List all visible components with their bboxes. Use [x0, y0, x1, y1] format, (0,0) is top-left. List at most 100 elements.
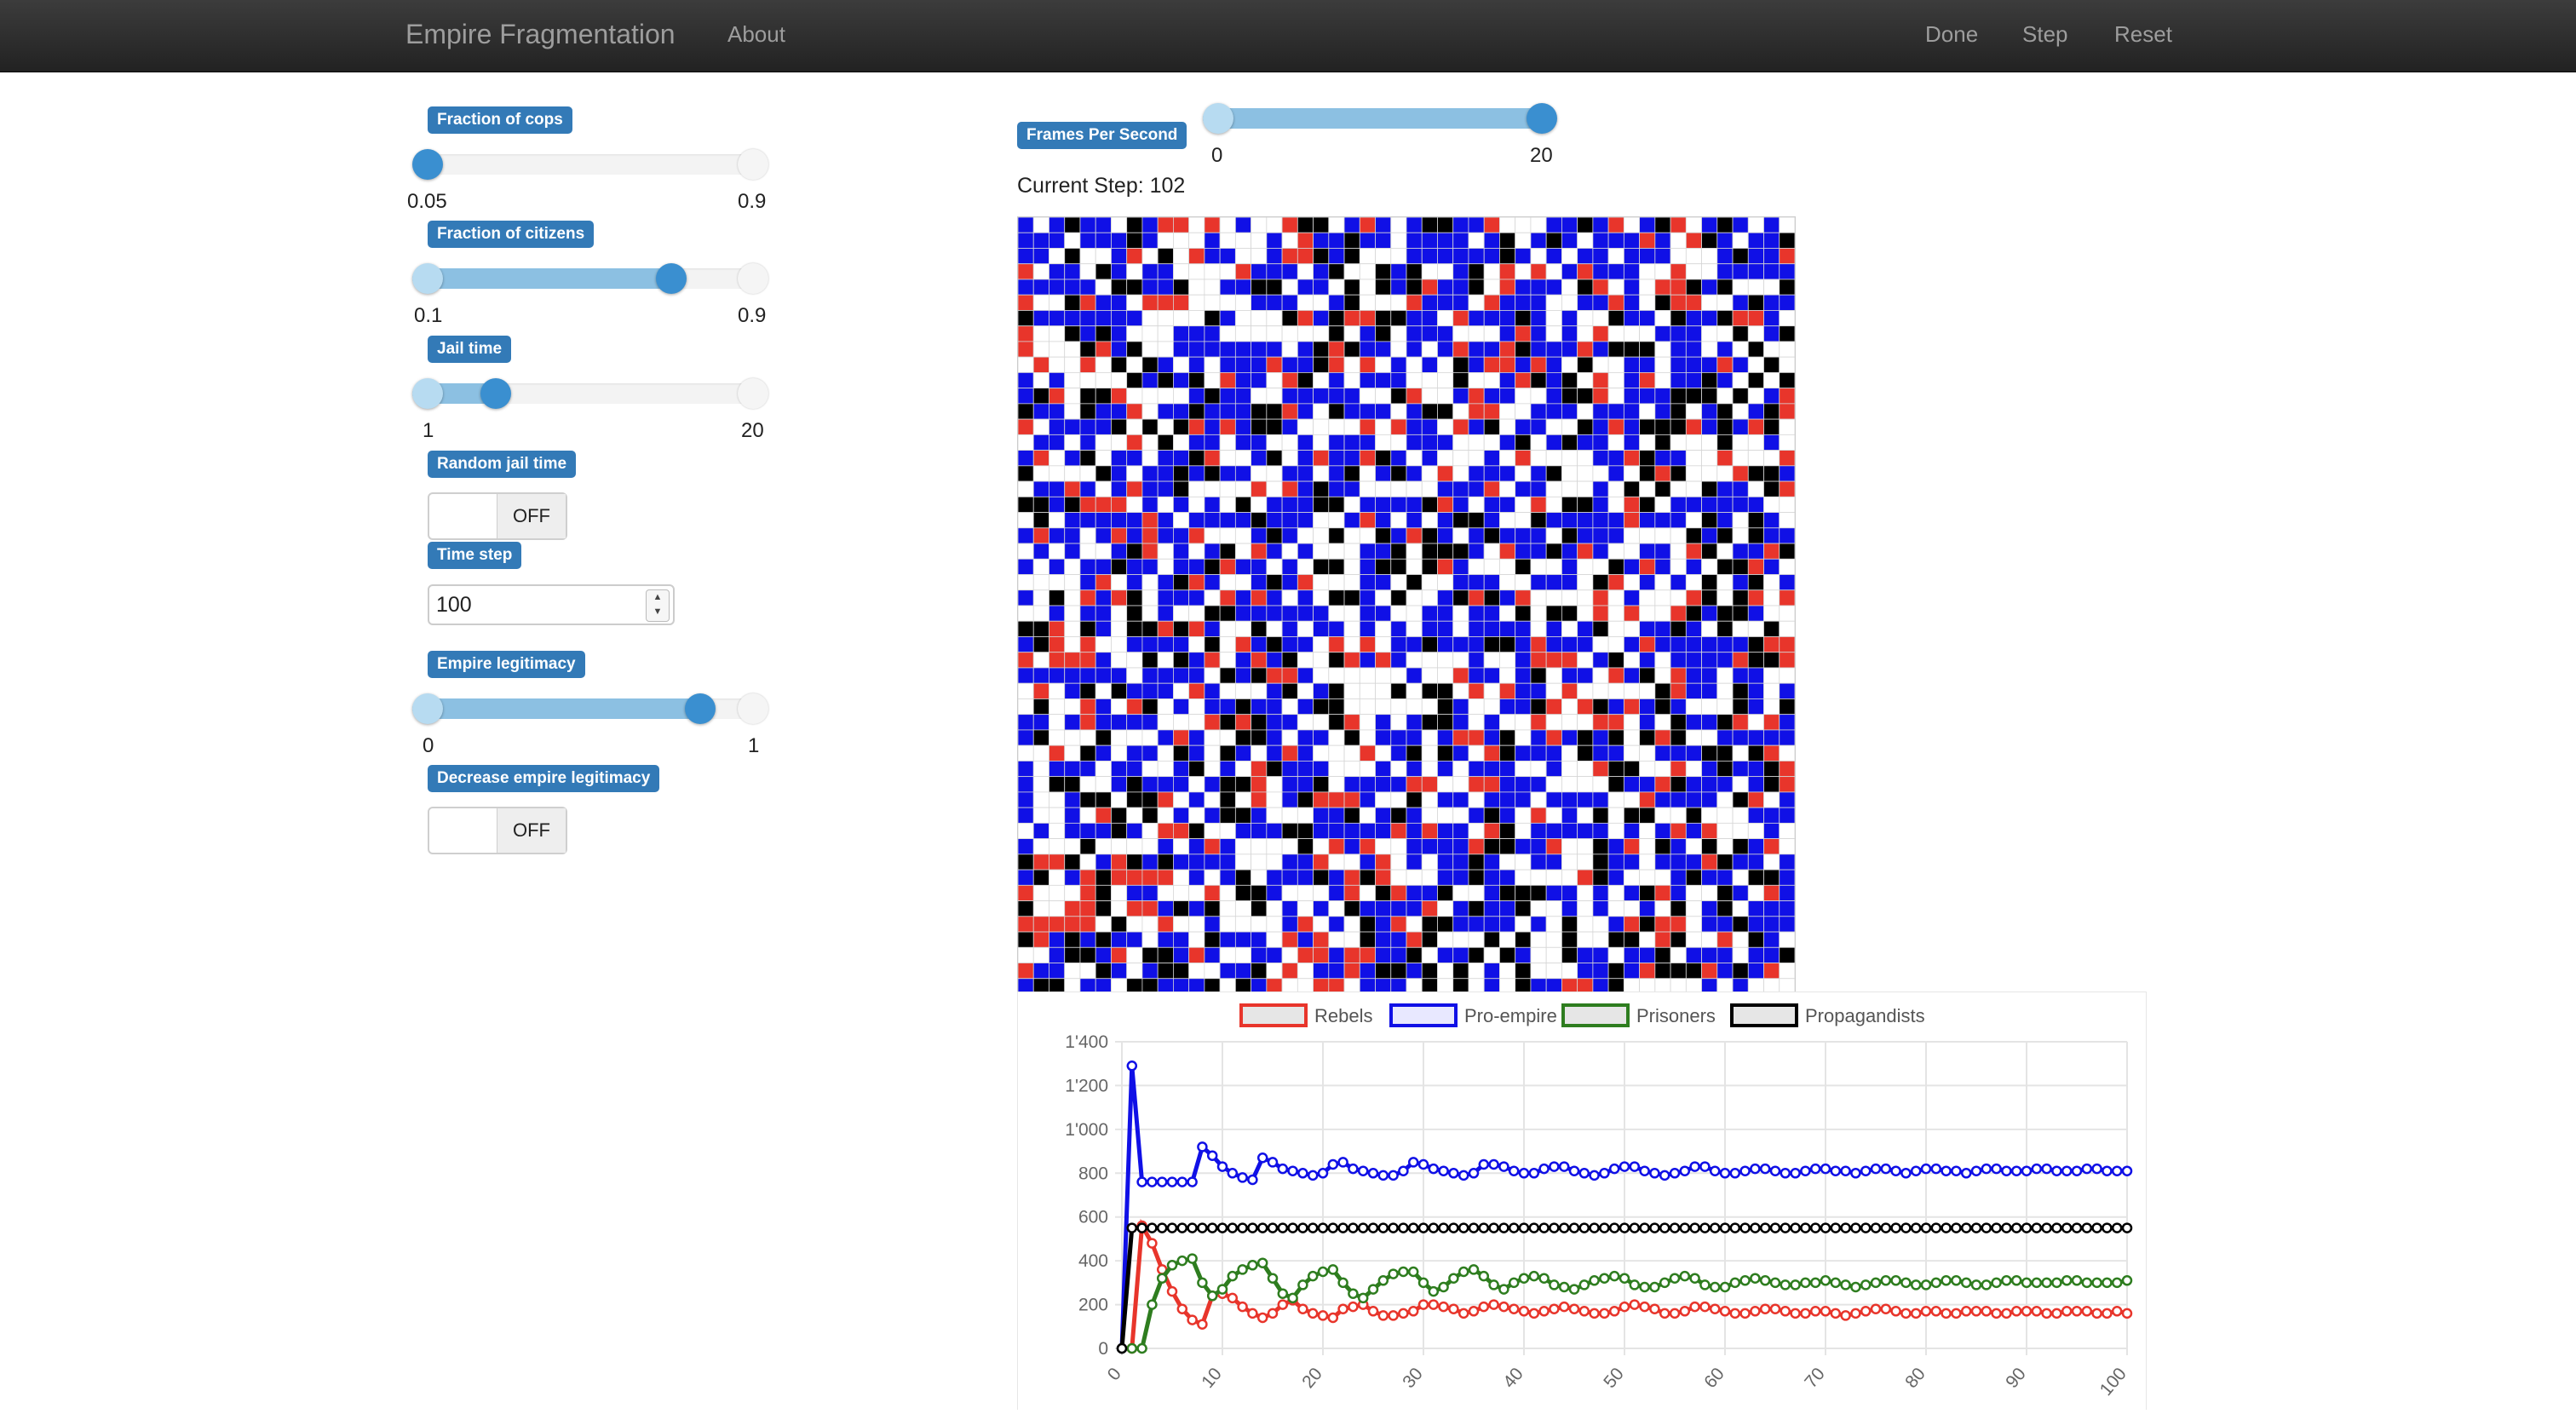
data-point	[1528, 1168, 1540, 1179]
data-point	[1187, 1253, 1198, 1264]
cops-min: 0.05	[407, 190, 447, 213]
data-point	[1297, 1222, 1308, 1233]
y-tick-label: 800	[1078, 1164, 1108, 1183]
data-point	[1769, 1277, 1781, 1289]
cops-slider-track[interactable]	[412, 154, 763, 175]
data-point	[1608, 1222, 1620, 1233]
data-point	[1317, 1168, 1329, 1179]
jail-time-slider-track[interactable]	[412, 383, 763, 404]
data-point	[1147, 1299, 1158, 1310]
data-point	[1870, 1222, 1882, 1233]
data-point	[2102, 1222, 2113, 1233]
data-point	[1417, 1277, 1429, 1289]
data-point	[1920, 1279, 1932, 1290]
nav-reset-button[interactable]: Reset	[2114, 19, 2172, 49]
citizens-slider-track[interactable]	[412, 268, 763, 289]
data-point	[2081, 1306, 2093, 1317]
data-point	[1699, 1301, 1711, 1313]
brand-title[interactable]: Empire Fragmentation	[405, 15, 676, 53]
data-point	[1508, 1277, 1520, 1289]
fps-slider-fill	[1203, 108, 1554, 129]
data-point	[1297, 1303, 1308, 1314]
data-point	[1307, 1270, 1319, 1282]
decrease-legitimacy-toggle[interactable]: OFF	[428, 807, 567, 854]
x-tick-label: 80	[1901, 1364, 1929, 1392]
data-point	[1800, 1222, 1811, 1233]
data-point	[1830, 1222, 1842, 1233]
data-point	[1176, 1255, 1188, 1267]
data-point	[1599, 1308, 1610, 1319]
data-point	[1549, 1303, 1560, 1314]
data-point	[1187, 1222, 1198, 1233]
time-step-input[interactable]: 100 ▲ ▼	[428, 584, 675, 625]
data-point	[1549, 1161, 1560, 1172]
data-point	[1568, 1222, 1580, 1233]
data-point	[1709, 1165, 1721, 1176]
data-point	[1458, 1222, 1469, 1233]
fps-slider-track[interactable]	[1203, 108, 1554, 129]
jail-time-slider-handle[interactable]	[480, 378, 511, 409]
data-point	[2061, 1222, 2073, 1233]
jail-time-slider-end	[738, 378, 768, 409]
nav-about-link[interactable]: About	[727, 19, 785, 49]
data-point	[1277, 1222, 1289, 1233]
random-jail-toggle[interactable]: OFF	[428, 492, 567, 540]
y-tick-label: 1'400	[1065, 1032, 1108, 1052]
nav-step-button[interactable]: Step	[2022, 19, 2068, 49]
data-point	[1649, 1168, 1660, 1179]
data-point	[1348, 1163, 1359, 1175]
data-point	[1147, 1176, 1158, 1187]
data-point	[1166, 1285, 1178, 1297]
data-point	[1357, 1292, 1369, 1304]
data-point	[1729, 1308, 1741, 1319]
jail-time-min: 1	[423, 419, 434, 442]
data-point	[1820, 1222, 1831, 1233]
data-point	[2041, 1308, 2052, 1319]
data-point	[1508, 1165, 1520, 1176]
data-point	[1388, 1268, 1399, 1279]
data-point	[1780, 1306, 1791, 1317]
y-tick-label: 1'200	[1065, 1076, 1108, 1095]
x-tick-label: 10	[1198, 1364, 1226, 1392]
data-point	[1247, 1308, 1258, 1319]
time-step-spinner[interactable]: ▲ ▼	[646, 589, 670, 622]
data-point	[1910, 1279, 1922, 1290]
fps-slider-handle[interactable]	[1527, 103, 1557, 134]
legitimacy-slider-handle[interactable]	[685, 693, 716, 724]
data-point	[1970, 1306, 1982, 1317]
x-tick-label: 0	[1104, 1364, 1125, 1384]
data-point	[1317, 1310, 1329, 1321]
data-point	[1166, 1222, 1178, 1233]
data-point	[1417, 1222, 1429, 1233]
data-point	[1880, 1222, 1892, 1233]
data-point	[1538, 1273, 1550, 1284]
data-point	[1991, 1308, 2002, 1319]
data-point	[1206, 1150, 1218, 1161]
data-point	[1377, 1275, 1389, 1286]
data-point	[1327, 1158, 1339, 1170]
data-point	[1327, 1264, 1339, 1275]
citizens-slider-handle[interactable]	[656, 263, 687, 294]
data-point	[1830, 1308, 1842, 1319]
data-point	[2121, 1165, 2133, 1176]
data-point	[1629, 1161, 1641, 1172]
data-point	[1277, 1288, 1289, 1299]
data-point	[1809, 1277, 1821, 1289]
cops-slider-handle[interactable]	[412, 149, 443, 180]
data-point	[1729, 1277, 1741, 1289]
data-point	[1750, 1222, 1761, 1233]
data-point	[1448, 1222, 1459, 1233]
data-point	[1147, 1222, 1158, 1233]
data-point	[1407, 1306, 1419, 1317]
data-point	[1558, 1222, 1570, 1233]
nav-done-button[interactable]: Done	[1925, 19, 1978, 49]
data-point	[1951, 1308, 1962, 1319]
data-point	[1136, 1176, 1147, 1187]
data-point	[1488, 1279, 1499, 1290]
x-tick-label: 40	[1499, 1364, 1527, 1392]
data-point	[1337, 1277, 1348, 1289]
data-point	[1820, 1275, 1831, 1286]
data-point	[1147, 1238, 1158, 1249]
data-point	[2041, 1277, 2052, 1289]
data-point	[2031, 1163, 2043, 1175]
